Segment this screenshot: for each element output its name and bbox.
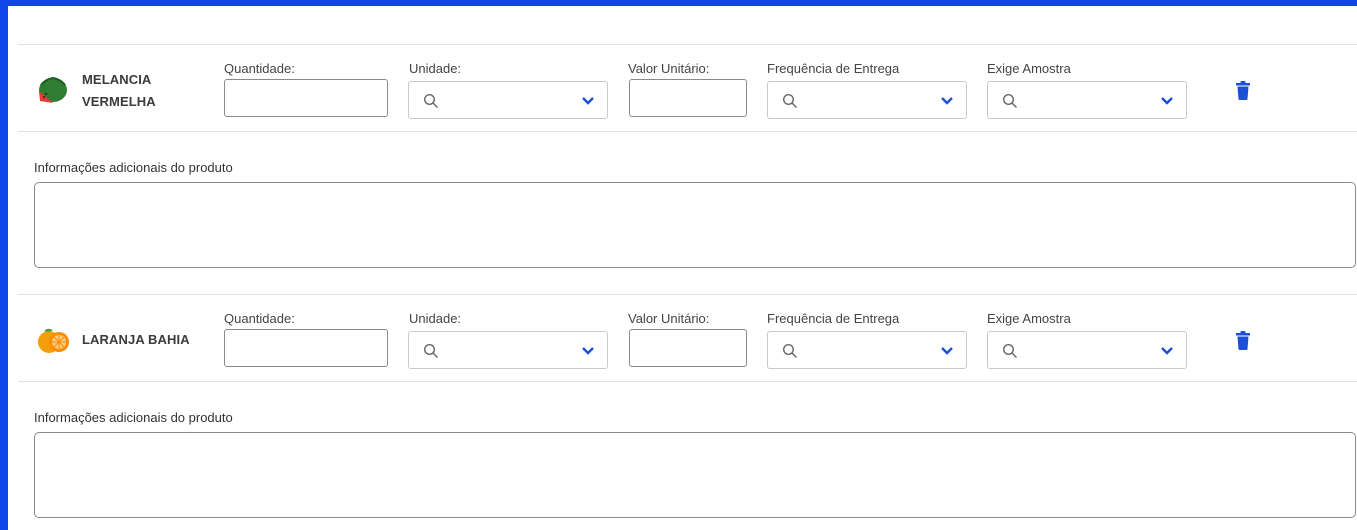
trash-icon[interactable] xyxy=(1236,81,1250,100)
product-name: MELANCIA VERMELHA xyxy=(82,72,156,109)
exige-amostra-select[interactable] xyxy=(987,81,1187,119)
search-icon xyxy=(782,343,797,358)
product-row: LARANJA BAHIA Quantidade: Unidade: Valor… xyxy=(18,294,1357,382)
info-adicionais-label: Informações adicionais do produto xyxy=(34,160,233,175)
orange-icon xyxy=(38,328,69,353)
chevron-down-icon xyxy=(582,347,594,355)
search-icon xyxy=(1002,93,1017,108)
search-icon xyxy=(782,93,797,108)
info-adicionais-textarea[interactable] xyxy=(34,182,1356,268)
trash-icon[interactable] xyxy=(1236,331,1250,350)
chevron-down-icon xyxy=(1161,347,1173,355)
frequencia-label: Frequência de Entrega xyxy=(767,311,900,326)
unidade-label: Unidade: xyxy=(409,311,462,326)
valor-unitario-input[interactable] xyxy=(629,79,747,117)
watermelon-icon xyxy=(39,76,67,103)
quantidade-input[interactable] xyxy=(224,79,388,117)
info-adicionais-label: Informações adicionais do produto xyxy=(34,410,233,425)
frequencia-select[interactable] xyxy=(767,331,967,369)
chevron-down-icon xyxy=(1161,97,1173,105)
info-adicionais-textarea[interactable] xyxy=(34,432,1356,518)
unidade-select[interactable] xyxy=(408,81,608,119)
quantidade-input[interactable] xyxy=(224,329,388,367)
chevron-down-icon xyxy=(582,97,594,105)
search-icon xyxy=(423,343,438,358)
chevron-down-icon xyxy=(941,97,953,105)
valor-unitario-label: Valor Unitário: xyxy=(628,311,710,326)
frequencia-select[interactable] xyxy=(767,81,967,119)
chevron-down-icon xyxy=(941,347,953,355)
exige-amostra-label: Exige Amostra xyxy=(987,311,1071,326)
unidade-select[interactable] xyxy=(408,331,608,369)
quantidade-label: Quantidade: xyxy=(224,311,295,326)
valor-unitario-input[interactable] xyxy=(629,329,747,367)
product-row: MELANCIA VERMELHA Quantidade: Unidade: V… xyxy=(18,44,1357,132)
quantidade-label: Quantidade: xyxy=(224,61,295,76)
search-icon xyxy=(423,93,438,108)
valor-unitario-label: Valor Unitário: xyxy=(628,61,710,76)
exige-amostra-label: Exige Amostra xyxy=(987,61,1071,76)
unidade-label: Unidade: xyxy=(409,61,462,76)
product-name: LARANJA BAHIA xyxy=(82,332,190,347)
search-icon xyxy=(1002,343,1017,358)
frequencia-label: Frequência de Entrega xyxy=(767,61,900,76)
exige-amostra-select[interactable] xyxy=(987,331,1187,369)
